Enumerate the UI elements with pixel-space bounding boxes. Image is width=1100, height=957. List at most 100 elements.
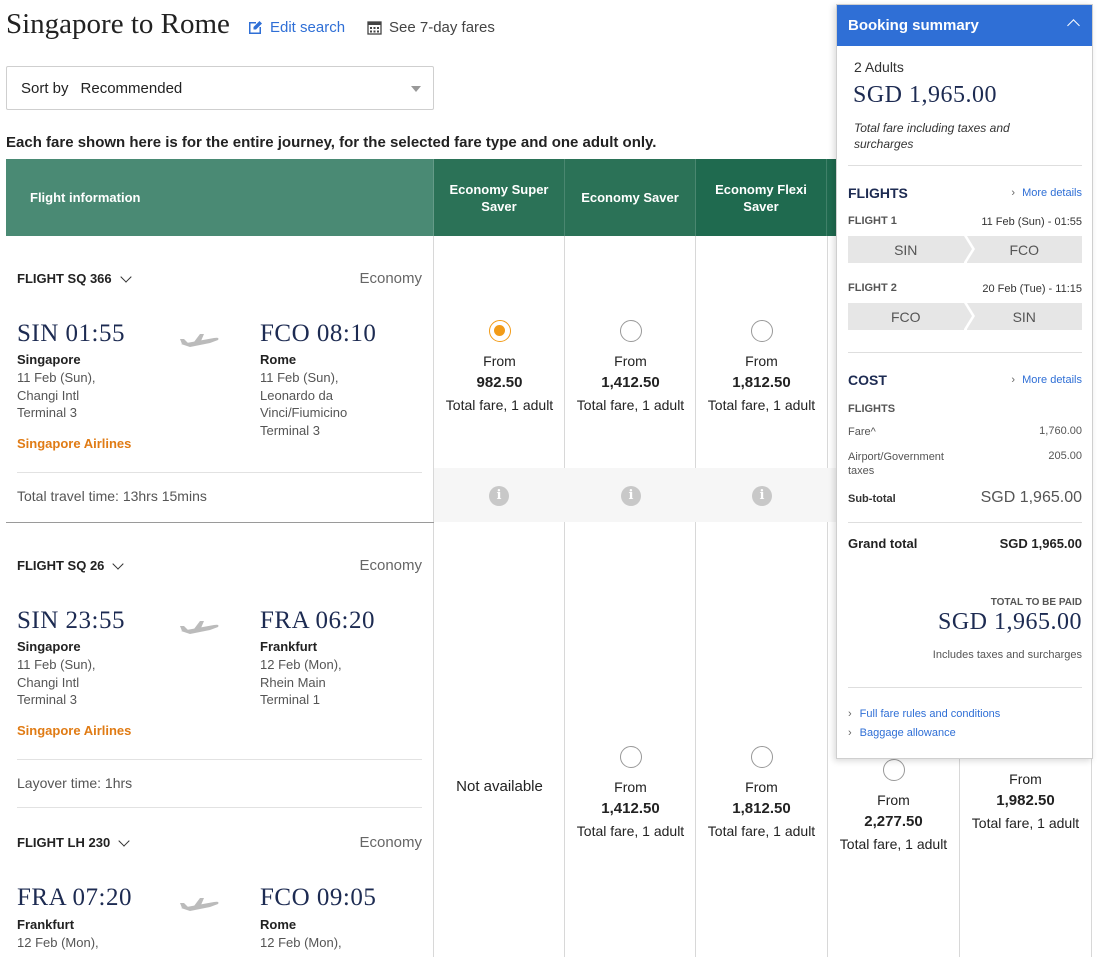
fare-radio[interactable] (750, 320, 773, 342)
includes-note: Includes taxes and surcharges (932, 649, 1082, 661)
booking-summary-panel: Booking summary 2 Adults SGD 1,965.00 To… (836, 4, 1093, 759)
summary-total-note: Total fare including taxes and surcharge… (854, 121, 1010, 151)
fare-from: From (614, 779, 647, 795)
fare-amount: 1,412.50 (601, 800, 660, 817)
booking-summary-header[interactable]: Booking summary (837, 5, 1092, 46)
departure-details: 12 Feb (Mon), (17, 934, 99, 952)
chevron-down-icon (112, 557, 125, 570)
divider (848, 522, 1082, 523)
total-to-pay-value: SGD 1,965.00 (937, 609, 1082, 635)
flight-number: FLIGHT LH 230 (17, 835, 111, 850)
cost-more-details-link[interactable]: More details (1011, 374, 1082, 386)
tax-label: Airport/Government taxes (848, 451, 944, 477)
flight-toggle[interactable]: FLIGHT SQ 366 (17, 270, 132, 286)
col-economy-flexi-saver-label: Economy Flexi Saver (715, 181, 807, 214)
fare-radio[interactable] (619, 746, 642, 768)
grand-total-label: Grand total (848, 536, 918, 551)
info-icon[interactable]: i (621, 486, 641, 506)
fare-radio[interactable] (882, 759, 905, 781)
chevron-down-icon (119, 270, 132, 283)
cabin-class: Economy (359, 270, 422, 287)
divider (848, 165, 1082, 166)
fare-option[interactable]: From 1,412.50 Total fare, 1 adult (565, 746, 696, 842)
fare-option[interactable]: From 1,982.50 Total fare, 1 adult (960, 768, 1091, 834)
divider (17, 759, 422, 760)
fare-option[interactable]: From 1,812.50 Total fare, 1 adult (696, 320, 827, 416)
fare-label: Total fare, 1 adult (576, 823, 685, 839)
fare-label: Total fare, 1 adult (971, 815, 1080, 831)
fare-radio-selected[interactable] (488, 320, 511, 342)
flight-toggle[interactable]: FLIGHT LH 230 (17, 834, 130, 850)
arrival-details: 12 Feb (Mon), Rhein Main Terminal 1 (260, 656, 342, 709)
departure-time: SIN 01:55 (17, 320, 125, 347)
plane-icon (180, 620, 220, 641)
sort-value: Recommended (80, 79, 183, 97)
departure-time: FRA 07:20 (17, 884, 132, 911)
airline-name: Singapore Airlines (17, 436, 132, 451)
col-economy-super-saver-label: Economy Super Saver (449, 181, 549, 214)
fare-rules-link[interactable]: Full fare rules and conditions (848, 708, 1001, 720)
arrival-date: 12 Feb (Mon), (260, 657, 342, 672)
fare-note: Each fare shown here is for the entire j… (6, 134, 657, 151)
flight-number: FLIGHT SQ 366 (17, 271, 112, 286)
fare-label: Total fare, 1 adult (707, 823, 816, 839)
info-icon[interactable]: i (752, 486, 772, 506)
flight-toggle[interactable]: FLIGHT SQ 26 (17, 557, 125, 573)
passenger-count: 2 Adults (854, 59, 904, 75)
departure-city: Singapore (17, 352, 81, 367)
fare-label: Total fare, 1 adult (707, 397, 816, 413)
fare-option[interactable]: From 2,277.50 Total fare, 1 adult (828, 759, 959, 855)
fare-from: From (1009, 771, 1042, 787)
arrival-date: 11 Feb (Sun), (260, 370, 339, 385)
cabin-class: Economy (359, 834, 422, 851)
flight1-label: FLIGHT 1 (848, 215, 897, 227)
col-divider (1091, 759, 1092, 957)
arrival-details: 11 Feb (Sun), Leonardo da Vinci/Fiumicin… (260, 369, 347, 439)
fare-label: Total fare, 1 adult (576, 397, 685, 413)
sort-label: Sort by (21, 79, 69, 97)
arrival-time: FCO 09:05 (260, 884, 377, 911)
flight1-date: 11 Feb (Sun) - 01:55 (981, 216, 1082, 228)
info-icon[interactable]: i (489, 486, 509, 506)
seven-day-fares-label: See 7-day fares (389, 19, 495, 36)
divider (17, 807, 422, 808)
fare-radio[interactable] (619, 320, 642, 342)
arrival-airport: Rhein Main (260, 674, 326, 690)
chevron-up-icon[interactable] (1067, 19, 1080, 32)
fare-value: 1,760.00 (1039, 425, 1082, 437)
sort-dropdown[interactable]: Sort by Recommended (6, 66, 434, 110)
departure-details: 11 Feb (Sun), Changi Intl Terminal 3 (17, 656, 96, 709)
row-divider (6, 522, 434, 523)
fare-label: Total fare, 1 adult (445, 397, 554, 413)
fare-amount: 1,812.50 (732, 800, 791, 817)
plane-icon (180, 897, 220, 918)
baggage-allowance-link[interactable]: Baggage allowance (848, 727, 956, 739)
arrival-terminal: Terminal 1 (260, 692, 320, 707)
arrival-date: 12 Feb (Mon), (260, 935, 342, 950)
arrival-terminal: Terminal 3 (260, 422, 320, 438)
fare-option[interactable]: From 1,412.50 Total fare, 1 adult (565, 320, 696, 416)
fare-radio[interactable] (750, 746, 773, 768)
flight-number: FLIGHT SQ 26 (17, 558, 105, 573)
departure-city: Frankfurt (17, 917, 75, 932)
edit-search-link[interactable]: Edit search (247, 19, 345, 36)
divider (17, 472, 422, 473)
departure-terminal: Terminal 3 (17, 692, 77, 707)
arrival-city: Rome (260, 352, 297, 367)
flight2-label: FLIGHT 2 (848, 282, 897, 294)
fare-option[interactable]: From 982.50 Total fare, 1 adult (434, 320, 565, 416)
departure-airport: Changi Intl (17, 674, 80, 690)
seven-day-fares-link[interactable]: See 7-day fares (367, 19, 495, 36)
divider (848, 352, 1082, 353)
fare-from: From (745, 779, 778, 795)
flights-more-details-link[interactable]: More details (1011, 187, 1082, 199)
departure-airport: Changi Intl (17, 387, 80, 403)
arrival-time: FRA 06:20 (260, 607, 375, 634)
edit-icon (247, 20, 263, 36)
subtotal-value: SGD 1,965.00 (980, 489, 1082, 506)
chevron-down-icon (411, 86, 421, 92)
fare-from: From (483, 353, 516, 369)
fare-option[interactable]: From 1,812.50 Total fare, 1 adult (696, 746, 827, 842)
arrival-airport: Leonardo da (260, 387, 334, 403)
departure-date: 12 Feb (Mon), (17, 935, 99, 950)
